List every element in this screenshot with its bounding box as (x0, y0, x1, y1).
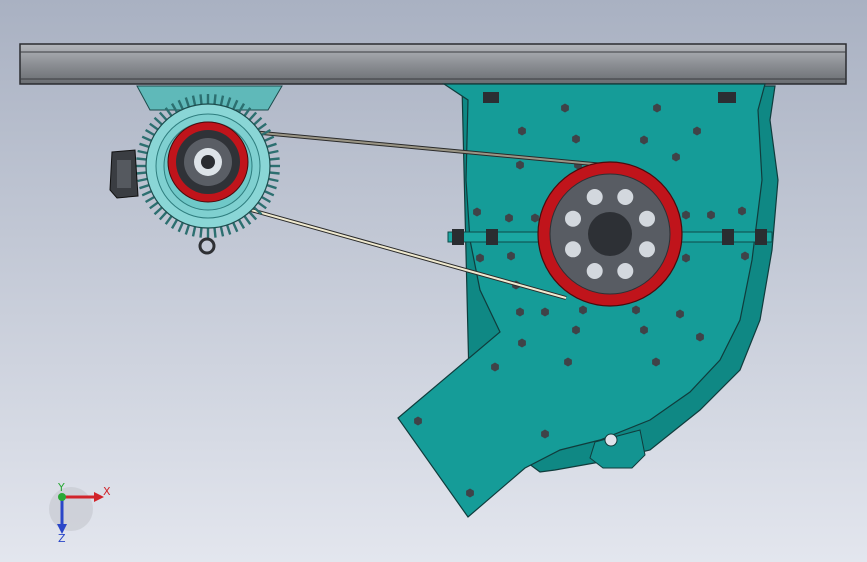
mounting-bolt (483, 92, 499, 103)
z-axis-label: Z (58, 532, 66, 545)
lifting-hole (604, 433, 618, 447)
x-axis-label: X (103, 485, 111, 498)
y-axis-label: Y (57, 481, 65, 494)
rotor-hub (588, 212, 632, 256)
steel-beam[interactable] (19, 43, 847, 85)
pulley-hole (586, 263, 603, 279)
pulley-hole (639, 210, 655, 227)
pulley-hole (617, 263, 634, 279)
cad-viewport[interactable]: X Y Z (0, 0, 867, 562)
y-axis-dot (58, 493, 66, 501)
pulley-hole (565, 210, 581, 227)
rotor-pulley[interactable] (537, 161, 683, 307)
pulley-hole (565, 241, 581, 258)
pulley-hole (617, 189, 634, 205)
pulley-hole (586, 189, 603, 205)
mounting-bolt (718, 92, 736, 103)
pulley-hole (639, 241, 655, 258)
